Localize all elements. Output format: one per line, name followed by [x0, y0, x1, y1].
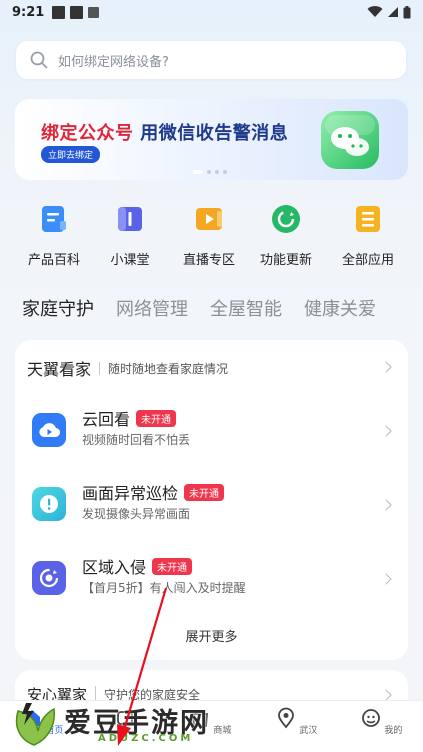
class-icon [118, 207, 142, 231]
chevron-right-icon [380, 573, 392, 585]
search-icon [30, 51, 48, 69]
banner-title: 绑定公众号 用微信收告警消息 [41, 123, 289, 144]
tab-family-guard[interactable]: 家庭守护 [22, 295, 94, 321]
search-placeholder: 如何绑定网络设备? [58, 54, 169, 70]
row-title: 画面异常巡检 [82, 484, 179, 503]
alert-icon [32, 487, 66, 521]
battery-icon [403, 5, 411, 18]
location-icon [277, 707, 294, 729]
notification-icon [52, 5, 66, 19]
chevron-right-icon [380, 425, 392, 437]
grid-item-all-apps[interactable]: 全部应用 [328, 200, 408, 268]
bottom-tab-bar: 首页 商城 武汉 我的 [0, 700, 423, 752]
status-time: 9:21 [12, 4, 45, 20]
tab-health[interactable]: 健康关爱 [304, 295, 376, 321]
live-icon [196, 208, 222, 230]
tab-shop[interactable]: 商城 [180, 707, 240, 736]
promo-banner[interactable]: 绑定公众号 用微信收告警消息 立即去绑定 [15, 99, 408, 180]
row-title: 区域入侵 [82, 558, 147, 577]
wifi-icon [367, 6, 383, 18]
refresh-icon [272, 205, 300, 233]
status-badge: 未开通 [184, 483, 225, 501]
status-bar: 9:21 [0, 0, 423, 24]
tab-smart-home[interactable]: 全屋智能 [210, 295, 282, 321]
banner-pagination [193, 170, 227, 174]
grid-item-live[interactable]: 直播专区 [169, 200, 249, 268]
grid-item-classroom[interactable]: 小课堂 [90, 200, 170, 268]
search-bar[interactable]: 如何绑定网络设备? [16, 41, 406, 79]
status-badge: 未开通 [136, 409, 177, 427]
device-icon [117, 711, 133, 725]
tab-profile[interactable]: 我的 [351, 707, 411, 736]
tab-home[interactable]: 首页 [12, 707, 72, 736]
chevron-right-icon [380, 361, 392, 373]
row-subtitle: 视频随时回看不怕丢 [82, 433, 191, 447]
category-tabs: 家庭守护 网络管理 全屋智能 健康关爱 [22, 295, 398, 321]
tab-location[interactable]: 武汉 [266, 707, 326, 736]
card-subtitle: 随时随地查看家庭情况 [108, 361, 229, 376]
apps-icon [356, 206, 380, 232]
notification-icon [88, 6, 100, 18]
list-item-anomaly-check[interactable]: 画面异常巡检 未开通 发现摄像头异常画面 [15, 476, 408, 536]
profile-icon [361, 709, 380, 727]
wechat-icon [321, 111, 379, 169]
notification-icon [70, 5, 84, 19]
grid-item-updates[interactable]: 功能更新 [246, 200, 326, 268]
book-icon [42, 206, 66, 232]
target-icon [32, 561, 66, 595]
home-watch-card: 天翼看家 随时随地查看家庭情况 云回看 未开通 视频随时回看不怕丢 画面异常巡检未… [15, 340, 408, 660]
row-subtitle: 发现摄像头异常画面 [82, 507, 191, 521]
list-item-cloud-playback[interactable]: 云回看 未开通 视频随时回看不怕丢 [15, 402, 408, 462]
chevron-right-icon [380, 499, 392, 511]
banner-cta-button[interactable]: 立即去绑定 [41, 146, 101, 163]
tab-device[interactable] [95, 707, 155, 736]
row-title: 云回看 [82, 410, 131, 429]
expand-more-button[interactable]: 展开更多 [15, 626, 408, 645]
row-subtitle: 【首月5折】有人闯入及时提醒 [82, 581, 246, 595]
tab-network[interactable]: 网络管理 [116, 295, 188, 321]
card-header[interactable]: 天翼看家 随时随地查看家庭情况 [27, 356, 228, 380]
status-badge: 未开通 [152, 557, 193, 575]
cloud-play-icon [32, 413, 66, 447]
home-icon [23, 710, 40, 726]
grid-item-product-wiki[interactable]: 产品百科 [14, 200, 94, 268]
signal-icon [388, 7, 398, 17]
list-item-area-intrusion[interactable]: 区域入侵 未开通 【首月5折】有人闯入及时提醒 [15, 550, 408, 610]
chevron-right-icon [380, 689, 392, 701]
quick-access-grid: 产品百科 小课堂 直播专区 功能更新 全部应用 [0, 200, 423, 270]
shop-icon [191, 710, 208, 727]
card-title: 天翼看家 [27, 360, 92, 379]
